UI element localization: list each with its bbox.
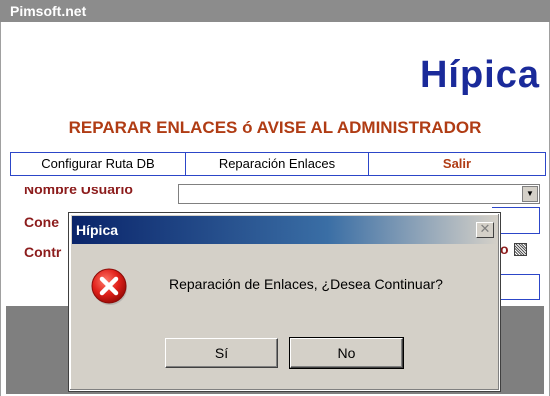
menu-item-configurar-ruta-db[interactable]: Configurar Ruta DB — [11, 153, 186, 175]
menu-item-salir[interactable]: Salir — [369, 153, 545, 175]
no-button[interactable]: No — [289, 337, 404, 369]
chevron-down-icon[interactable]: ▼ — [522, 186, 538, 202]
app-title: Hípica — [419, 54, 540, 96]
warning-banner: REPARAR ENLACES ó AVISE AL ADMINISTRADOR — [68, 118, 482, 137]
error-icon — [91, 268, 127, 305]
password-label: Contr — [24, 244, 62, 260]
dialog-message: Reparación de Enlaces, ¿Desea Continuar? — [169, 276, 443, 292]
password-checkbox[interactable] — [514, 243, 527, 256]
dialog-title: Hípica — [76, 222, 119, 238]
dialog-title-bar: Hípica — [72, 216, 497, 244]
connection-label: Cone — [24, 214, 59, 230]
menu-item-reparacion-enlaces[interactable]: Reparación Enlaces — [186, 153, 369, 175]
password-label-fragment: o — [500, 241, 509, 257]
user-name-combo[interactable]: ▼ — [178, 184, 540, 204]
confirm-dialog: Hípica ✕ Reparación de Enlaces, ¿Desea C… — [68, 212, 501, 392]
yes-button[interactable]: Sí — [165, 338, 278, 368]
menu-bar: Configurar Ruta DB Reparación Enlaces Sa… — [10, 152, 546, 176]
window-title: Pimsoft.net — [10, 3, 87, 19]
window-title-bar: Pimsoft.net — [0, 0, 550, 22]
close-icon[interactable]: ✕ — [476, 222, 494, 238]
